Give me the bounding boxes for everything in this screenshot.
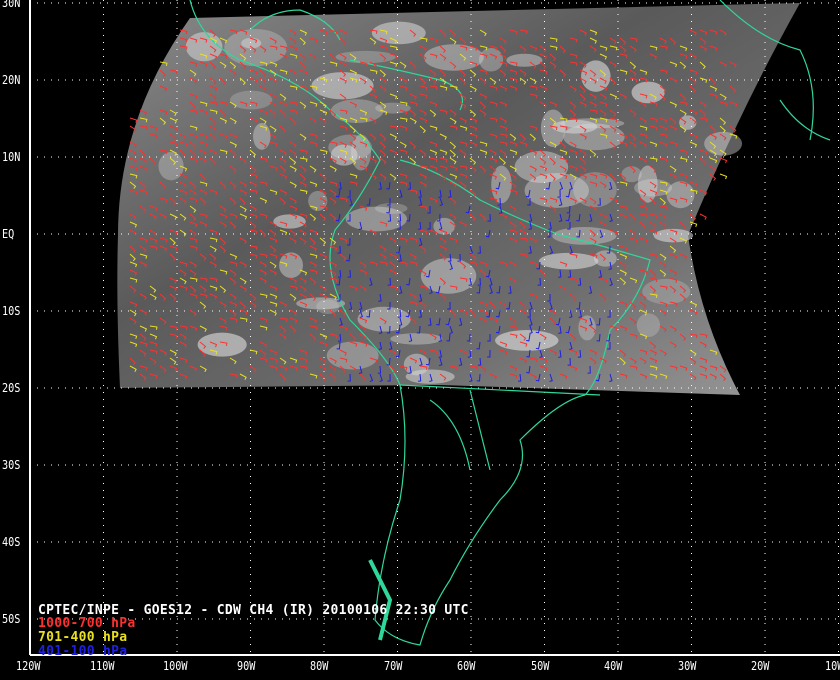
lon-label: 20W <box>751 659 770 673</box>
cloud-patch <box>423 44 484 71</box>
wind-barb <box>699 213 707 220</box>
cloud-patch <box>631 81 665 104</box>
cloud-patch <box>636 313 661 338</box>
legend-mid-level: 701-400 hPa <box>38 630 128 645</box>
wind-barb <box>719 173 728 180</box>
cloud-patch <box>506 53 543 67</box>
lat-label: 40S <box>2 535 21 549</box>
cloud-patch <box>330 99 384 124</box>
lat-label: 20N <box>2 73 21 87</box>
cloud-patch <box>552 119 598 134</box>
cloud-patch <box>279 252 303 279</box>
cloud-patch <box>357 306 411 332</box>
cloud-patch <box>316 299 340 314</box>
satellite-wind-map: 30N 20N 10N EQ 10S 20S 30S 40S 50S 120W 110W 100W 9… <box>0 0 840 680</box>
cloud-patch <box>374 203 408 214</box>
cloud-patch <box>326 341 379 370</box>
cloud-patch <box>197 332 247 357</box>
lat-label: 20S <box>2 381 21 395</box>
lon-label: 100W <box>163 659 188 673</box>
lat-label: 30N <box>2 0 21 10</box>
cloud-patch <box>371 21 426 45</box>
legend-low-level: 1000-700 hPa <box>38 616 136 631</box>
lon-label: 60W <box>457 659 476 673</box>
cloud-patch <box>390 333 443 345</box>
lon-label: 70W <box>383 659 402 673</box>
lon-label: 80W <box>310 659 329 673</box>
lon-label: 50W <box>530 659 549 673</box>
cloud-patch <box>158 151 184 181</box>
lon-label: 10W <box>824 659 840 673</box>
cloud-patch <box>642 278 691 305</box>
legend-high-level: 401-100 hPa <box>38 644 128 659</box>
lat-label: 30S <box>2 458 21 472</box>
lon-label: 90W <box>236 659 255 673</box>
lat-label: 10N <box>2 150 21 164</box>
lon-label: 40W <box>604 659 623 673</box>
lon-label: 120W <box>16 659 41 673</box>
wind-barb <box>719 157 728 164</box>
cloud-patch <box>478 47 504 72</box>
lon-label: 30W <box>677 659 696 673</box>
cloud-patch <box>538 252 599 270</box>
lat-label: 10S <box>2 304 21 318</box>
lat-label: 50S <box>2 612 21 626</box>
cloud-patch <box>229 90 273 110</box>
cloud-patch <box>273 214 306 229</box>
wind-barb <box>129 117 138 123</box>
lat-label: EQ <box>2 227 15 241</box>
map-canvas <box>29 0 840 656</box>
cloud-patch <box>433 217 456 235</box>
lon-label: 110W <box>89 659 115 673</box>
